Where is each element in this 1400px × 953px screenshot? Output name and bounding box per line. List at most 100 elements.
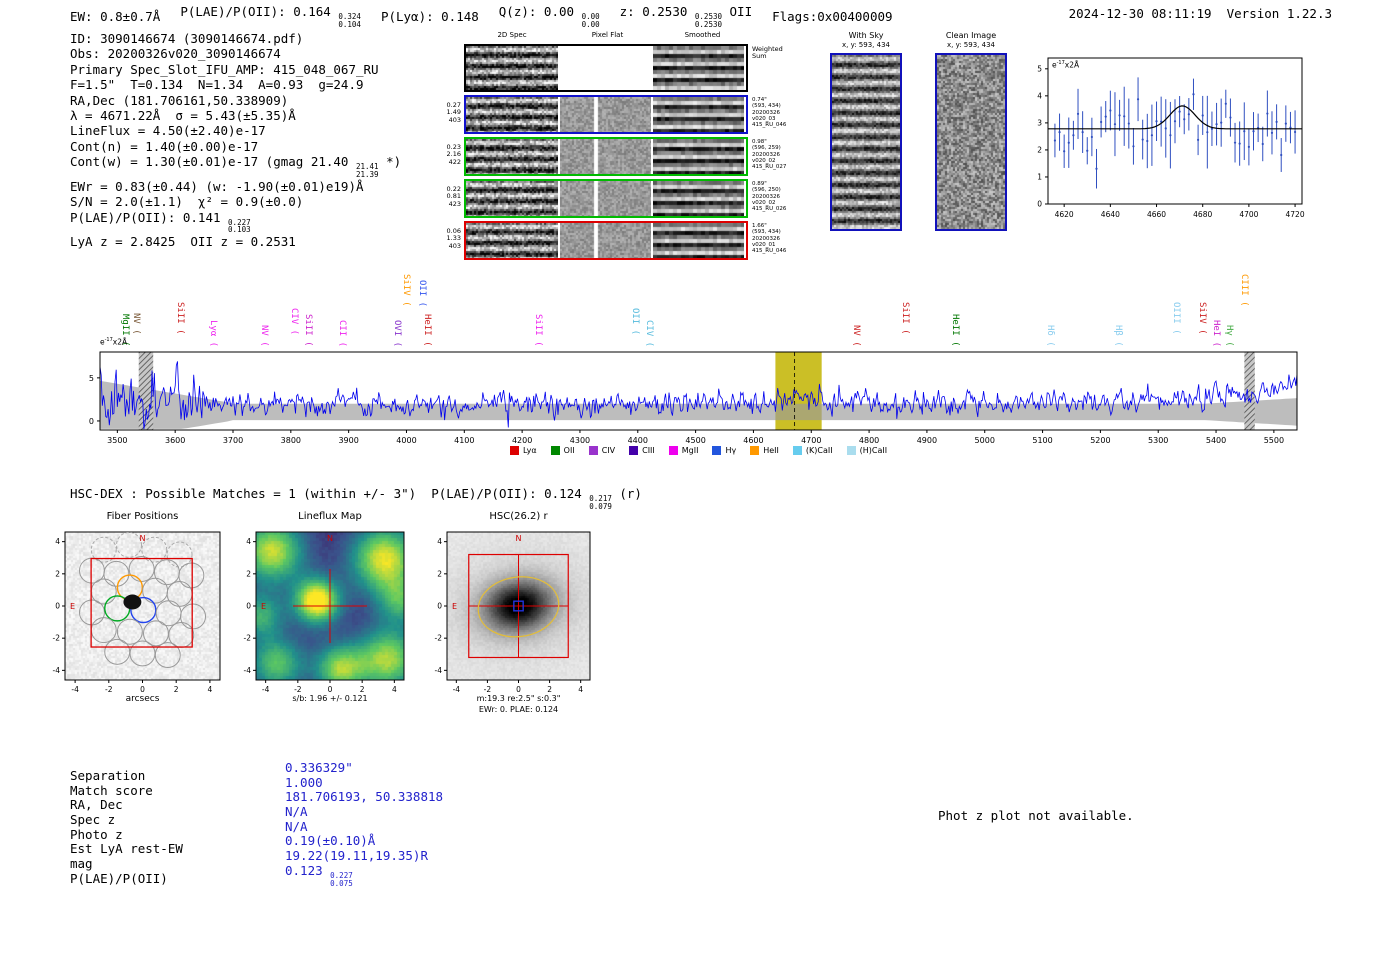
match-table-values: 0.336329" 1.000 181.706193, 50.338818 N/A N/… — [285, 760, 443, 887]
svg-text:4720: 4720 — [1286, 210, 1305, 219]
legend-item: (K)CaII — [792, 446, 833, 455]
legend-label: Hγ — [725, 446, 737, 455]
svg-text:4680: 4680 — [1193, 210, 1212, 219]
svg-text:-2: -2 — [484, 685, 492, 694]
svg-text:4800: 4800 — [859, 436, 879, 445]
legend-swatch — [846, 446, 856, 455]
compass-north-label: N — [140, 534, 146, 543]
match-field-label: Spec z — [70, 812, 116, 828]
emission-line-label: CIV ( — [289, 307, 300, 335]
svg-text:5400: 5400 — [1206, 436, 1226, 445]
pixelflat-image — [560, 97, 651, 132]
spec2d-image — [466, 139, 558, 174]
legend-swatch — [629, 446, 639, 455]
compass-east-label: E — [452, 602, 457, 611]
lo-value: 0.00 — [581, 19, 600, 29]
svg-text:2: 2 — [547, 685, 552, 694]
svg-text:-2: -2 — [105, 685, 113, 694]
info-line: Cont(n) = 1.40(±0.00)e-17 — [70, 138, 259, 154]
legend-label: CIV — [601, 446, 616, 455]
fiber-circle — [103, 560, 130, 587]
legend-item: OII — [550, 446, 575, 455]
svg-text:0: 0 — [89, 417, 94, 426]
emission-line-label: NV ( — [130, 313, 141, 335]
ew-value: EW: 0.8±0.7Å — [70, 8, 161, 24]
clean-image — [935, 53, 1007, 231]
info-line: λ = 4671.22Å σ = 5.43(±5.35)Å — [70, 108, 296, 124]
emission-line-label: SiIV ( — [400, 274, 411, 307]
fiber-circle — [78, 599, 105, 626]
svg-text:4700: 4700 — [1239, 210, 1258, 219]
emission-line-label: OII ( — [630, 307, 641, 335]
spec2d-panel: 2D Spec Pixel Flat Smoothed Weighted Sum 0… — [440, 31, 805, 263]
svg-text:4: 4 — [437, 537, 442, 546]
svg-text:-2: -2 — [53, 634, 61, 643]
svg-text:-4: -4 — [435, 666, 443, 675]
lineflux-map-xlabel: s/b: 1.96 +/- 0.121 — [292, 694, 368, 703]
smoothed-image — [653, 46, 744, 90]
legend-item: Lyα — [509, 446, 537, 455]
smoothed-image — [653, 223, 744, 258]
with-sky-coords: x, y: 593, 434 — [842, 41, 890, 49]
fiber-row-info: 0.89" (596, 250) 20200326 v020_02 415_RU_026 — [752, 181, 787, 213]
svg-text:4600: 4600 — [743, 436, 763, 445]
smoothed-image — [653, 181, 744, 216]
legend-label: MgII — [681, 446, 699, 455]
with-sky-image — [830, 53, 902, 231]
spec2d-image — [466, 46, 558, 90]
svg-text:-2: -2 — [294, 685, 302, 694]
svg-text:5100: 5100 — [1032, 436, 1052, 445]
emission-line-label: OIII ( — [1170, 302, 1181, 335]
fiber-circle — [142, 577, 169, 604]
fiber-row-left-labels: 0.23 2.16 422 — [446, 143, 461, 166]
compass-north-label: N — [327, 534, 333, 543]
lo-value: 21.39 — [355, 170, 379, 180]
fiber-row-images — [464, 221, 748, 260]
match-field-label: mag — [70, 856, 93, 872]
emission-line-label: SiII ( — [174, 302, 185, 335]
svg-text:4660: 4660 — [1147, 210, 1166, 219]
compass-east-label: E — [70, 602, 75, 611]
svg-text:5: 5 — [89, 374, 94, 383]
text-post: (r) — [611, 486, 642, 501]
fiber-row-left-labels: 0.06 1.33 403 — [446, 227, 461, 250]
hi-lo-stack: 0.00 0.00 — [582, 13, 600, 29]
lo-value: 0.2530 — [694, 19, 722, 29]
match-field-label: P(LAE)/P(OII) — [70, 870, 168, 886]
summary-topbar: EW: 0.8±0.7Å P(LAE)/P(OII): 0.164 0.324 0… — [70, 4, 893, 29]
hsc-image-xlabel2: EWr: 0. PLAE: 0.124 — [478, 705, 559, 714]
fiber-circle — [154, 642, 181, 669]
with-sky-title: With Sky — [848, 31, 884, 40]
clean-image-title: Clean Image — [945, 31, 997, 40]
svg-text:4000: 4000 — [396, 436, 416, 445]
flags-value: Flags:0x00400009 — [772, 8, 893, 24]
spectrum-legend: Lyα OII CIV CIII MgII Hγ HeII (K)CaII (H)CaII — [100, 446, 1297, 455]
fiber-circle — [166, 580, 193, 607]
lo-value: 0.104 — [338, 19, 361, 29]
svg-text:-4: -4 — [453, 685, 461, 694]
svg-text:5300: 5300 — [1148, 436, 1168, 445]
spec2d-image — [466, 97, 558, 132]
full-spectrum-plot: 3500 3600 3700 3800 3900 4000 4100 4200 4300 4400… — [89, 351, 1298, 445]
fiber-row-images — [464, 137, 748, 176]
fiber-circle — [128, 556, 155, 582]
svg-text:-4: -4 — [53, 666, 61, 675]
plae-poii-value: P(LAE)/P(OII): 0.164 0.324 0.104 — [180, 4, 361, 29]
source-blob — [123, 594, 142, 610]
legend-item: Hγ — [712, 446, 736, 455]
legend-swatch — [750, 446, 760, 455]
legend-label: HeII — [763, 446, 779, 455]
svg-text:5000: 5000 — [975, 436, 995, 445]
match-field-label: RA, Dec — [70, 797, 123, 813]
text-post: *) — [378, 154, 402, 170]
svg-text:0: 0 — [437, 602, 442, 611]
svg-text:4: 4 — [578, 685, 583, 694]
text-pre: Cont(w) = 1.30(±0.01)e-17 (gmag 21.40 — [70, 154, 356, 170]
legend-item: CIII — [629, 446, 655, 455]
svg-text:4200: 4200 — [512, 436, 532, 445]
fiber-circle — [178, 562, 205, 589]
pixelflat-image — [560, 139, 651, 174]
legend-label: Lyα — [522, 446, 537, 455]
legend-swatch — [792, 446, 802, 455]
hi-lo-stack: 0.2530 0.2530 — [695, 13, 722, 29]
